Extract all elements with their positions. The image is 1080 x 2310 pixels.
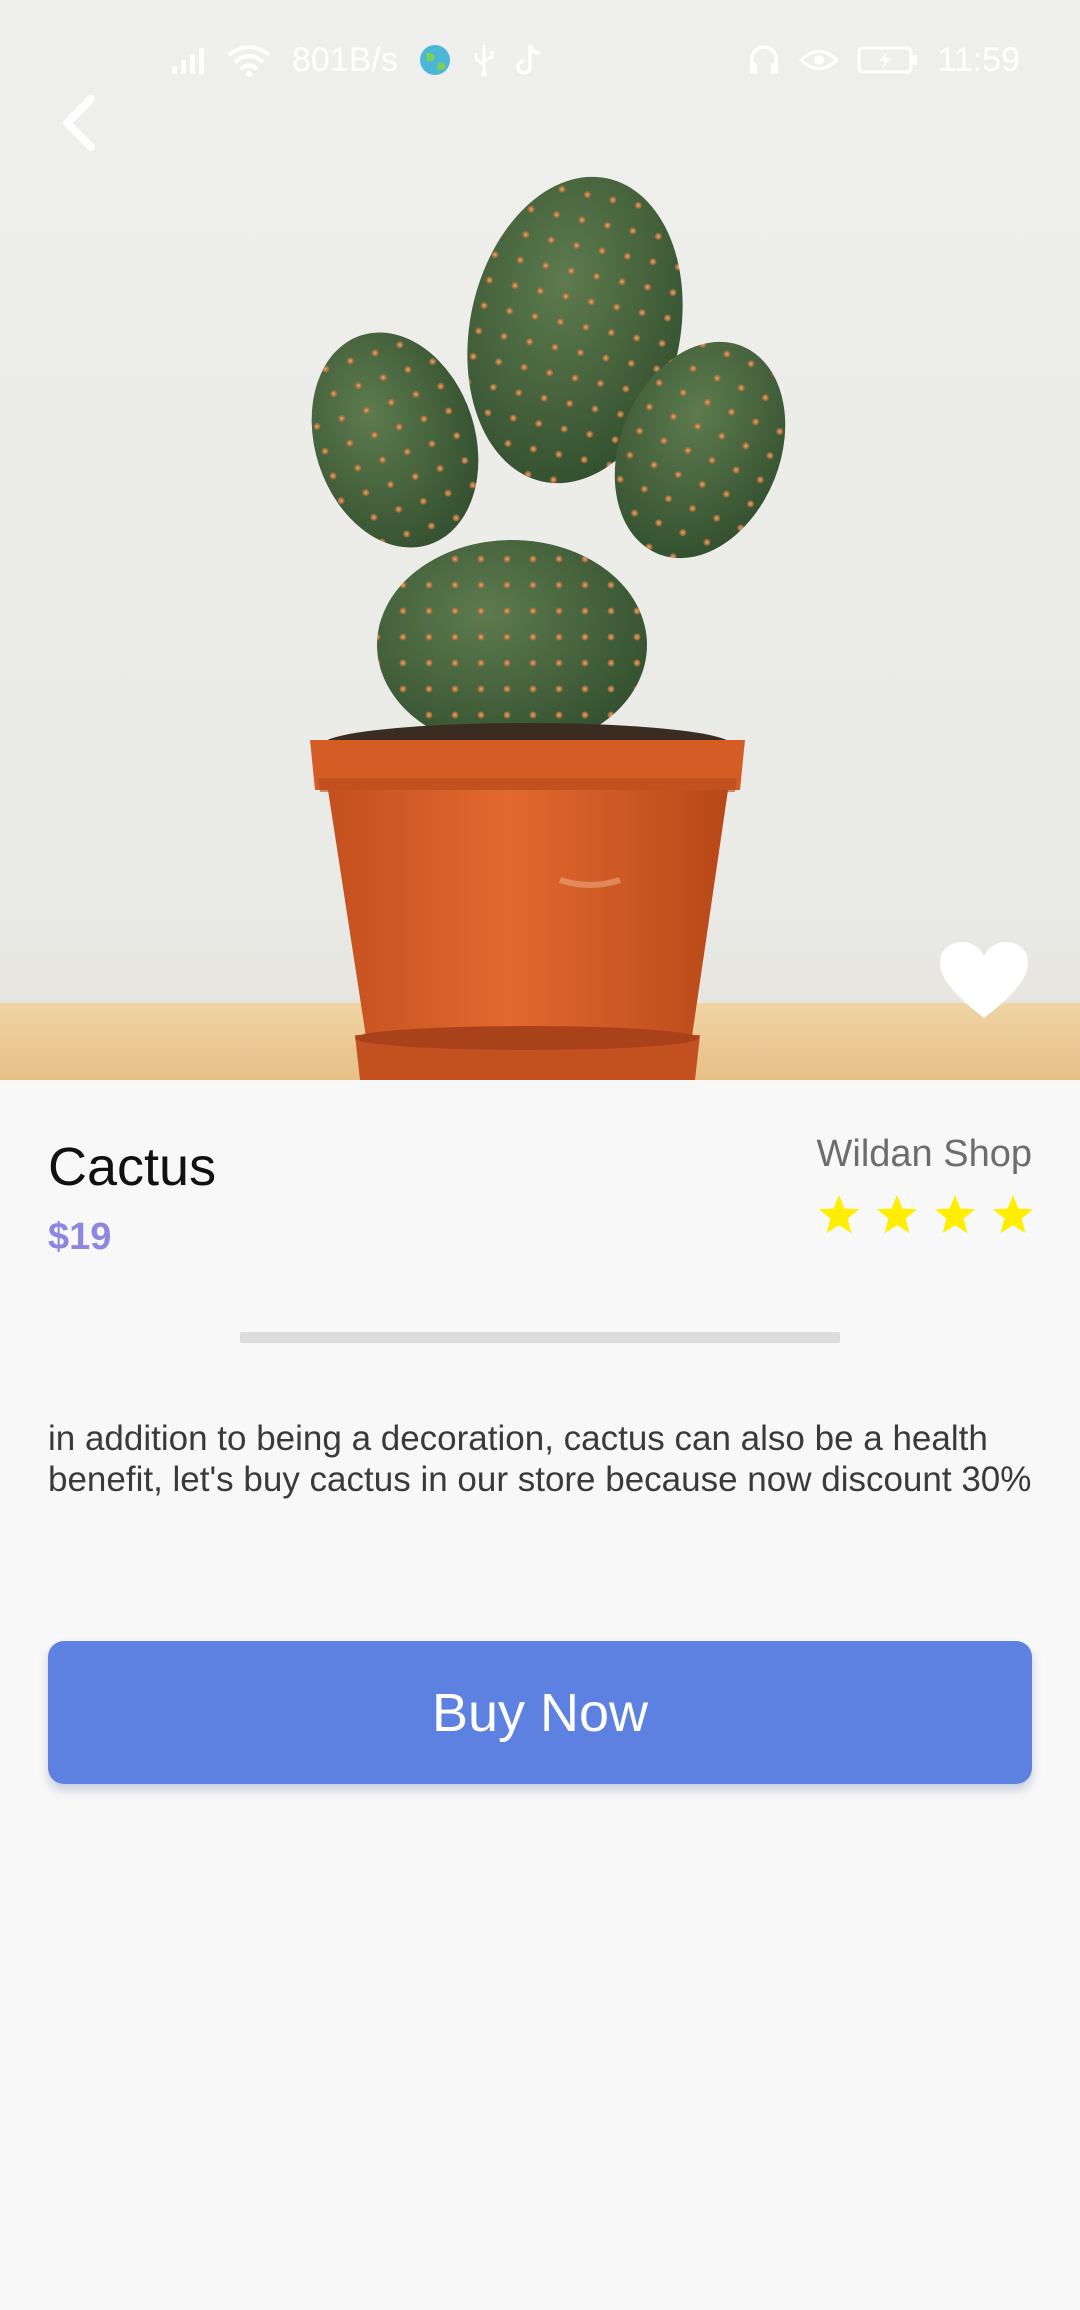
eye-icon (799, 50, 840, 70)
favorite-button[interactable] (938, 940, 1030, 1022)
shop-name: Wildan Shop (816, 1133, 1032, 1175)
clock: 11:59 (937, 41, 1020, 79)
headset-icon (750, 45, 779, 74)
back-button[interactable] (44, 88, 114, 158)
globe-icon (419, 45, 450, 75)
product-price: $19 (48, 1216, 112, 1258)
battery-icon (857, 46, 918, 74)
product-image (0, 0, 1080, 1080)
star-icon (934, 1194, 976, 1234)
star-icon (818, 1194, 860, 1234)
star-icon (876, 1194, 918, 1234)
status-bar: 801B/s 11:59 (0, 0, 1080, 120)
buy-now-button[interactable]: Buy Now (48, 1641, 1032, 1784)
divider (240, 1332, 840, 1343)
star-icon (992, 1194, 1034, 1234)
network-speed: 801B/s (292, 41, 398, 79)
product-name: Cactus (48, 1137, 217, 1197)
wifi-icon (227, 45, 271, 77)
usb-icon (474, 45, 494, 77)
product-description: in addition to being a decoration, cactu… (48, 1419, 1032, 1499)
tiktok-icon (516, 44, 540, 75)
back-arrow-icon (63, 95, 95, 151)
signal-icon (172, 48, 204, 74)
heart-icon (940, 942, 1028, 1018)
rating-stars (816, 1192, 1036, 1238)
cactus-photo (310, 176, 786, 1080)
